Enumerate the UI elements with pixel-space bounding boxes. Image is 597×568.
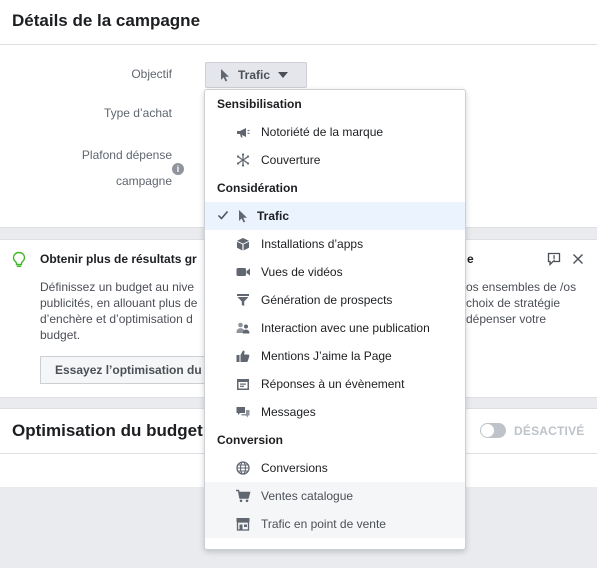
toggle-knob bbox=[481, 424, 494, 437]
menu-item-brand-awareness[interactable]: Notoriété de la marque bbox=[205, 118, 465, 146]
menu-group-consideration: Considération bbox=[217, 181, 298, 195]
chat-bubbles-icon bbox=[235, 405, 251, 419]
menu-item-app-installs[interactable]: Installations d’apps bbox=[205, 230, 465, 258]
purchase-type-label: Type d’achat bbox=[103, 106, 172, 120]
budget-optimization-toggle[interactable] bbox=[480, 423, 506, 438]
menu-item-label: Messages bbox=[261, 405, 316, 419]
cart-icon bbox=[235, 489, 251, 503]
reach-icon bbox=[235, 153, 251, 167]
funnel-icon bbox=[235, 293, 251, 307]
menu-item-label: Réponses à un évènement bbox=[261, 377, 405, 391]
menu-item-video-views[interactable]: Vues de vidéos bbox=[205, 258, 465, 286]
tip-title-end: e bbox=[467, 252, 474, 266]
menu-item-label: Conversions bbox=[261, 461, 328, 475]
menu-item-messages[interactable]: Messages bbox=[205, 398, 465, 426]
thumbs-up-icon bbox=[235, 349, 251, 363]
close-icon[interactable] bbox=[571, 252, 585, 266]
menu-item-post-engagement[interactable]: Interaction avec une publication bbox=[205, 314, 465, 342]
people-icon bbox=[235, 321, 251, 335]
menu-item-event-responses[interactable]: Réponses à un évènement bbox=[205, 370, 465, 398]
menu-item-traffic[interactable]: Trafic bbox=[205, 202, 465, 230]
menu-item-label: Installations d’apps bbox=[261, 237, 364, 251]
calendar-icon bbox=[235, 377, 251, 391]
spend-cap-label-line1: Plafond dépense bbox=[81, 148, 172, 162]
menu-item-label: Trafic en point de vente bbox=[261, 517, 386, 531]
feedback-icon[interactable] bbox=[547, 252, 561, 266]
spend-cap-label: Plafond dépense bbox=[82, 142, 172, 168]
checkmark-icon bbox=[217, 209, 229, 224]
megaphone-icon bbox=[235, 125, 251, 139]
menu-item-reach[interactable]: Couverture bbox=[205, 146, 465, 174]
divider bbox=[0, 44, 597, 45]
menu-item-catalog-sales[interactable]: Ventes catalogue bbox=[205, 482, 465, 510]
budget-optimization-title: Optimisation du budget c bbox=[12, 421, 217, 440]
tip-body: Définissez un budget au nive publicités,… bbox=[40, 280, 198, 342]
campaign-details-title: Détails de la campagne bbox=[12, 11, 201, 30]
box-icon bbox=[235, 237, 251, 251]
menu-item-conversions[interactable]: Conversions bbox=[205, 454, 465, 482]
menu-item-label: Notoriété de la marque bbox=[261, 125, 384, 139]
menu-item-label: Couverture bbox=[261, 153, 321, 167]
tip-title: Obtenir plus de résultats gr bbox=[40, 252, 197, 266]
menu-group-awareness: Sensibilisation bbox=[217, 97, 302, 111]
menu-item-label: Mentions J’aime la Page bbox=[261, 349, 392, 363]
globe-icon bbox=[235, 461, 251, 475]
menu-item-label: Génération de prospects bbox=[261, 293, 393, 307]
chevron-down-icon bbox=[278, 72, 289, 78]
cursor-icon bbox=[235, 209, 251, 223]
store-icon bbox=[235, 517, 251, 531]
objective-dropdown[interactable]: Trafic bbox=[205, 62, 307, 88]
menu-item-label: Interaction avec une publication bbox=[261, 321, 430, 335]
info-icon[interactable]: i bbox=[172, 163, 184, 175]
video-camera-icon bbox=[235, 265, 251, 279]
toggle-status-label: DÉSACTIVÉ bbox=[514, 424, 585, 438]
menu-item-lead-generation[interactable]: Génération de prospects bbox=[205, 286, 465, 314]
tip-body-end: os ensembles de /os choix de stratégie d… bbox=[466, 280, 577, 326]
menu-item-page-likes[interactable]: Mentions J’aime la Page bbox=[205, 342, 465, 370]
menu-item-label: Ventes catalogue bbox=[261, 489, 354, 503]
menu-item-store-traffic[interactable]: Trafic en point de vente bbox=[205, 510, 465, 538]
cursor-icon bbox=[221, 69, 229, 82]
spend-cap-label-line2: campagne bbox=[115, 174, 172, 188]
menu-item-label: Vues de vidéos bbox=[261, 265, 343, 279]
objective-value: Trafic bbox=[238, 68, 271, 82]
menu-item-label: Trafic bbox=[257, 209, 290, 223]
lightbulb-icon bbox=[12, 251, 26, 267]
menu-group-conversion: Conversion bbox=[217, 433, 284, 447]
objective-menu: Sensibilisation Notoriété de la marque C… bbox=[204, 89, 466, 550]
try-budget-optimization-button[interactable]: Essayez l’optimisation du bbox=[40, 356, 220, 384]
objective-label: Objectif bbox=[131, 67, 172, 81]
